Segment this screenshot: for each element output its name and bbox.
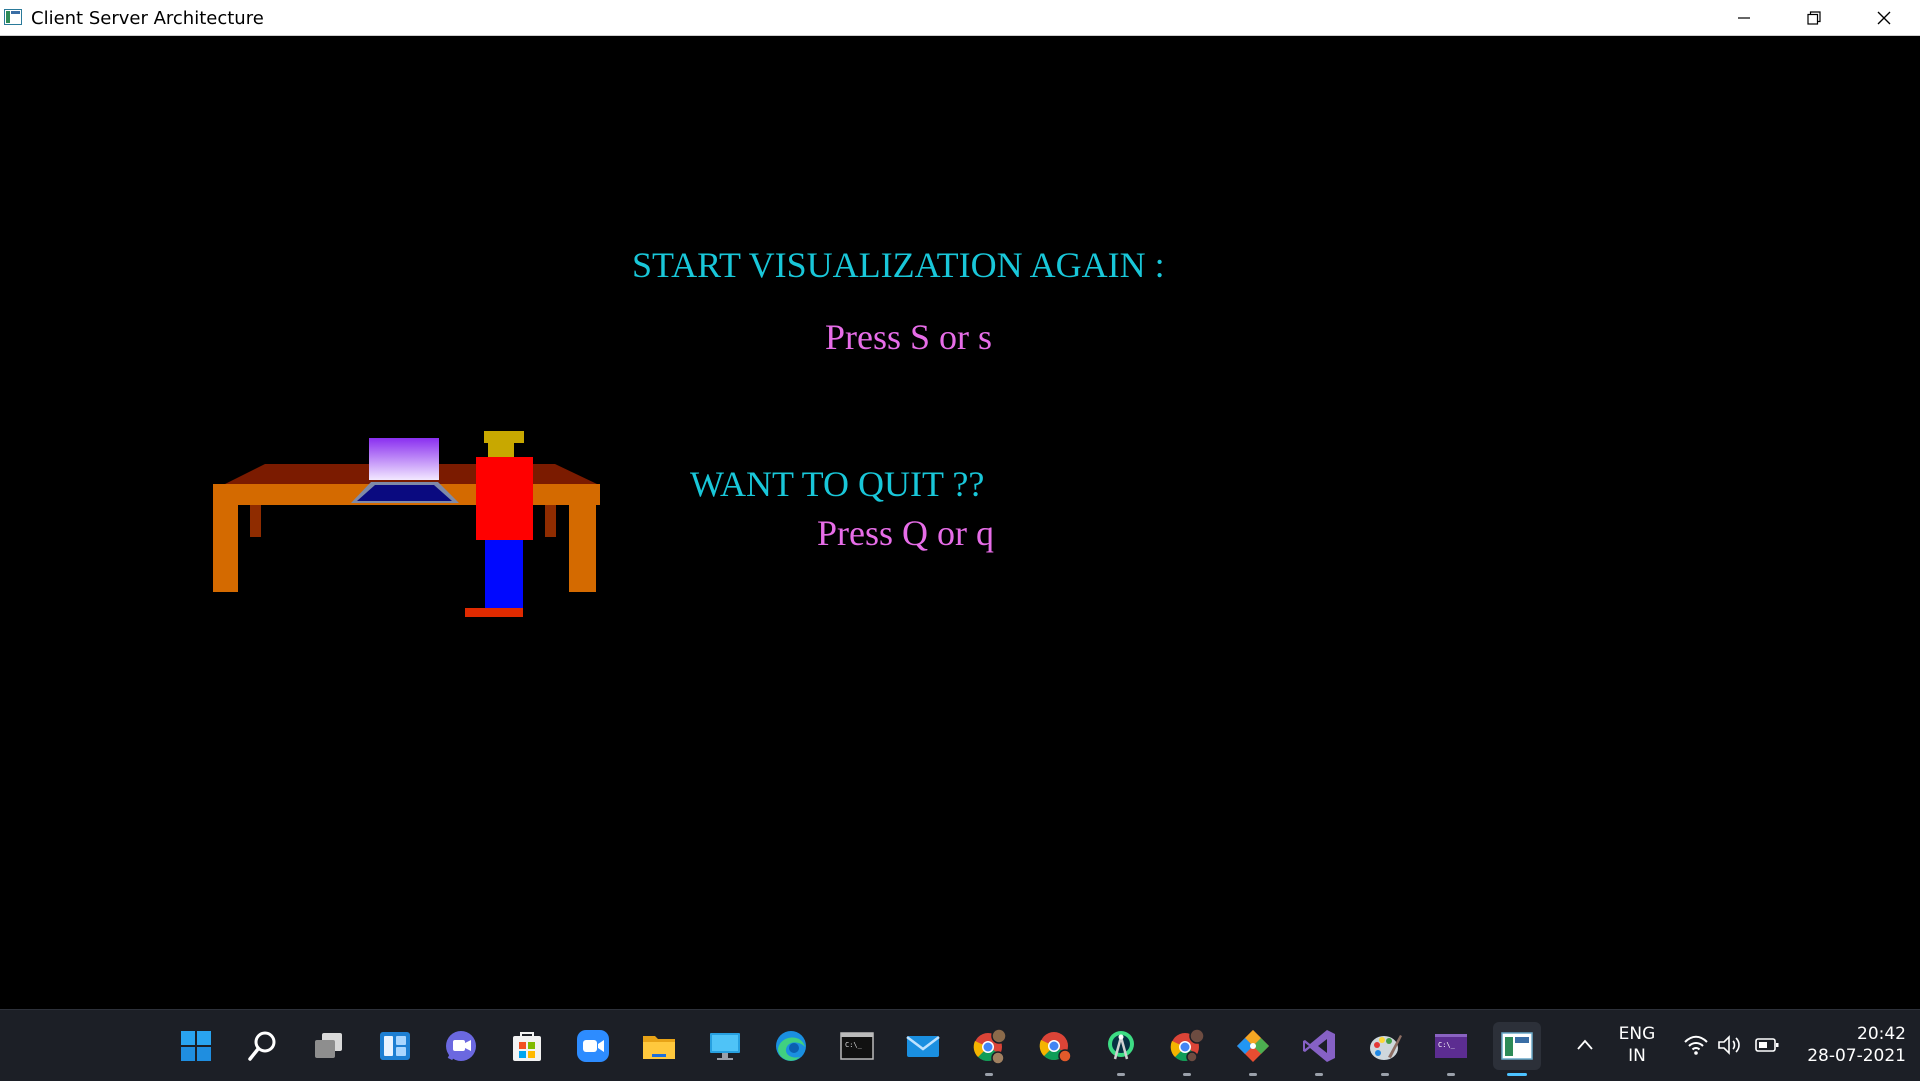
- taskbar-chrome-2[interactable]: [1031, 1022, 1079, 1070]
- language-indicator[interactable]: ENG IN: [1612, 1023, 1662, 1067]
- chrome-profile-2-icon: [1039, 1032, 1072, 1063]
- language-code: ENG: [1618, 1024, 1656, 1044]
- remote-desktop-icon: [710, 1033, 740, 1060]
- running-indicator: [985, 1073, 993, 1076]
- taskbar-terminal[interactable]: C:\_: [833, 1022, 881, 1070]
- quit-instruction: Press Q or q: [817, 513, 994, 553]
- chrome-profile-3-icon: [1170, 1028, 1205, 1063]
- quit-heading: WANT TO QUIT ??: [690, 464, 985, 504]
- paint-icon: [1370, 1035, 1402, 1060]
- client-server-app-icon: [1501, 1032, 1533, 1060]
- file-explorer-icon: [643, 1036, 675, 1059]
- running-indicator: [1117, 1073, 1125, 1076]
- taskbar-client-server-app[interactable]: [1493, 1022, 1541, 1076]
- restore-icon: [1807, 10, 1821, 25]
- running-indicator: [1249, 1073, 1257, 1076]
- start-icon: [181, 1031, 211, 1061]
- restore-button[interactable]: [1779, 0, 1849, 35]
- close-button[interactable]: [1849, 0, 1919, 35]
- running-indicator: [1315, 1073, 1323, 1076]
- taskbar-zoom[interactable]: [569, 1022, 617, 1070]
- taskbar-edge[interactable]: [767, 1022, 815, 1070]
- running-indicator: [1447, 1073, 1455, 1076]
- taskbar-file-explorer[interactable]: [635, 1022, 683, 1070]
- clock-time: 20:42: [1857, 1024, 1906, 1044]
- taskbar-visual-studio[interactable]: [1295, 1022, 1343, 1076]
- microsoft-store-icon: [513, 1032, 541, 1061]
- battery-icon[interactable]: [1754, 1035, 1780, 1055]
- clock-date: 28-07-2021: [1807, 1046, 1906, 1066]
- wifi-icon[interactable]: [1683, 1034, 1709, 1056]
- taskbar-chrome-1[interactable]: [965, 1022, 1013, 1076]
- command-prompt-icon: C:\_: [1435, 1034, 1467, 1058]
- taskbar-start[interactable]: [172, 1022, 220, 1070]
- android-studio-icon: [1108, 1031, 1134, 1060]
- taskbar-chat[interactable]: [437, 1022, 485, 1070]
- clock[interactable]: 20:42 28-07-2021: [1796, 1023, 1906, 1067]
- visual-studio-icon: [1303, 1030, 1335, 1062]
- person: [465, 431, 533, 617]
- taskbar-mail[interactable]: [899, 1022, 947, 1070]
- search-icon: [248, 1031, 276, 1061]
- taskbar-search[interactable]: [239, 1022, 287, 1070]
- taskbar-remote-desktop[interactable]: [701, 1022, 749, 1070]
- teams-chat-icon: [446, 1031, 476, 1061]
- taskbar-command-prompt[interactable]: C:\_: [1427, 1022, 1475, 1076]
- taskbar-android-studio[interactable]: [1097, 1022, 1145, 1076]
- chrome-profile-1-icon: [973, 1028, 1007, 1065]
- edge-icon: [776, 1031, 806, 1061]
- taskbar: C:\_ C:\_ ENG IN 20:42 28-07-2021: [0, 1009, 1920, 1081]
- restart-instruction: Press S or s: [825, 317, 993, 357]
- language-region: IN: [1628, 1046, 1646, 1066]
- taskbar-chrome-3[interactable]: [1163, 1022, 1211, 1076]
- taskbar-git[interactable]: [1229, 1022, 1277, 1076]
- window-title: Client Server Architecture: [31, 8, 264, 29]
- title-bar: Client Server Architecture: [0, 0, 1920, 36]
- show-hidden-icons-chevron-up-icon[interactable]: [1576, 1038, 1594, 1052]
- running-indicator: [1381, 1073, 1389, 1076]
- svg-text:C:\_: C:\_: [1438, 1041, 1456, 1049]
- scene-illustration: [213, 431, 600, 617]
- taskbar-store[interactable]: [503, 1022, 551, 1070]
- volume-icon[interactable]: [1717, 1034, 1743, 1056]
- zoom-icon: [577, 1030, 609, 1062]
- task-view-icon: [315, 1033, 342, 1058]
- taskbar-task-view[interactable]: [305, 1022, 353, 1070]
- restart-heading: START VISUALIZATION AGAIN :: [632, 245, 1165, 285]
- close-icon: [1877, 11, 1891, 24]
- widgets-icon: [380, 1032, 410, 1060]
- terminal-icon: C:\_: [840, 1032, 874, 1060]
- mail-icon: [906, 1036, 940, 1057]
- opengl-canvas[interactable]: START VISUALIZATION AGAIN : Press S or s…: [0, 36, 1920, 1009]
- active-indicator: [1507, 1073, 1527, 1076]
- taskbar-widgets[interactable]: [371, 1022, 419, 1070]
- minimize-button[interactable]: [1709, 0, 1779, 35]
- git-icon: [1237, 1030, 1269, 1062]
- app-window-icon: [4, 9, 22, 25]
- taskbar-paint[interactable]: [1361, 1022, 1409, 1076]
- running-indicator: [1183, 1073, 1191, 1076]
- minimize-icon: [1738, 16, 1750, 19]
- svg-text:C:\_: C:\_: [845, 1041, 863, 1049]
